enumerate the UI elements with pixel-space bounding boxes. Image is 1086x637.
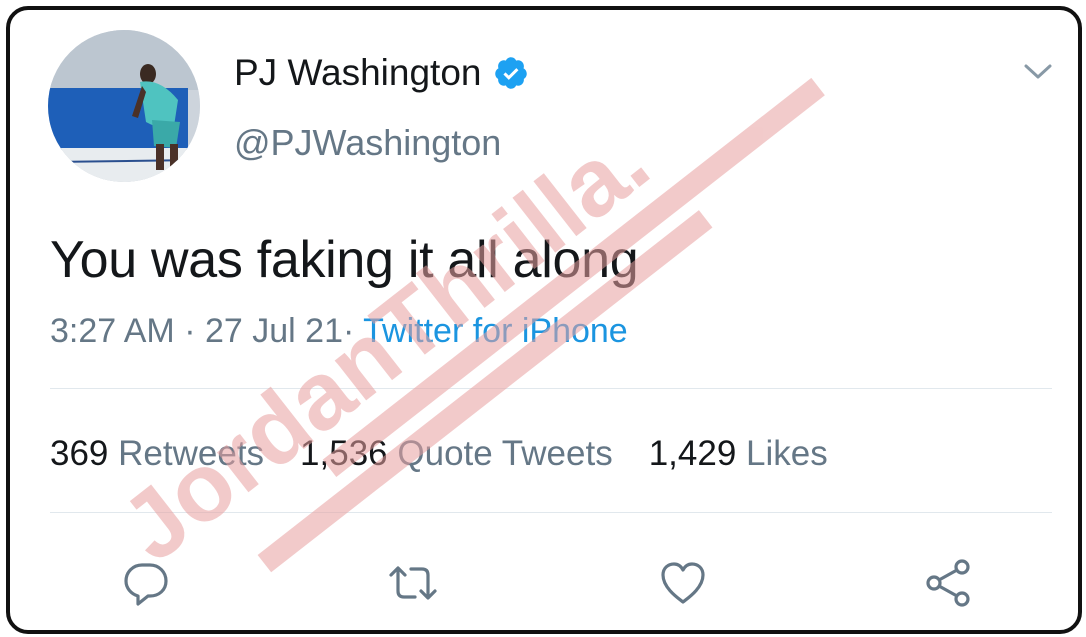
divider — [50, 512, 1052, 513]
retweet-icon — [389, 566, 437, 600]
share-button[interactable] — [920, 555, 976, 611]
share-icon — [926, 559, 970, 607]
reply-icon — [124, 563, 168, 606]
likes-label: Likes — [746, 434, 828, 473]
tweet-stats: 369 Retweets 1,536 Quote Tweets 1,429 Li… — [50, 434, 828, 474]
avatar-photo — [48, 30, 200, 182]
retweets-stat[interactable]: 369 Retweets — [50, 434, 264, 474]
reply-button[interactable] — [118, 555, 174, 611]
tweet-time[interactable]: 3:27 AM — [50, 312, 175, 350]
tweet-date[interactable]: 27 Jul 21 — [205, 312, 343, 350]
tweet-meta: 3:27 AM · 27 Jul 21· Twitter for iPhone — [50, 312, 628, 351]
tweet-text: You was faking it all along — [50, 231, 639, 289]
display-name-text[interactable]: PJ Washington — [234, 52, 481, 94]
like-button[interactable] — [655, 555, 711, 611]
tweet-source-link[interactable]: Twitter for iPhone — [363, 312, 628, 350]
tweet-card: PJ Washington @PJWashington You was faki… — [6, 6, 1082, 634]
likes-count: 1,429 — [648, 434, 737, 473]
quote-tweets-count: 1,536 — [300, 434, 388, 473]
chevron-down-icon[interactable] — [1020, 60, 1056, 84]
divider — [50, 388, 1052, 389]
retweets-label: Retweets — [118, 434, 265, 473]
likes-stat[interactable]: 1,429 Likes — [649, 434, 828, 474]
retweet-button[interactable] — [385, 555, 441, 611]
quote-tweets-stat[interactable]: 1,536 Quote Tweets — [300, 434, 613, 474]
verified-icon — [493, 55, 529, 91]
meta-separator: · — [342, 312, 355, 350]
like-icon — [661, 562, 705, 604]
retweets-count: 369 — [50, 434, 109, 473]
avatar[interactable] — [48, 30, 200, 182]
author-name[interactable]: PJ Washington — [234, 52, 529, 94]
quote-tweets-label: Quote Tweets — [397, 434, 613, 473]
author-handle[interactable]: @PJWashington — [234, 122, 501, 164]
meta-separator: · — [184, 312, 196, 350]
